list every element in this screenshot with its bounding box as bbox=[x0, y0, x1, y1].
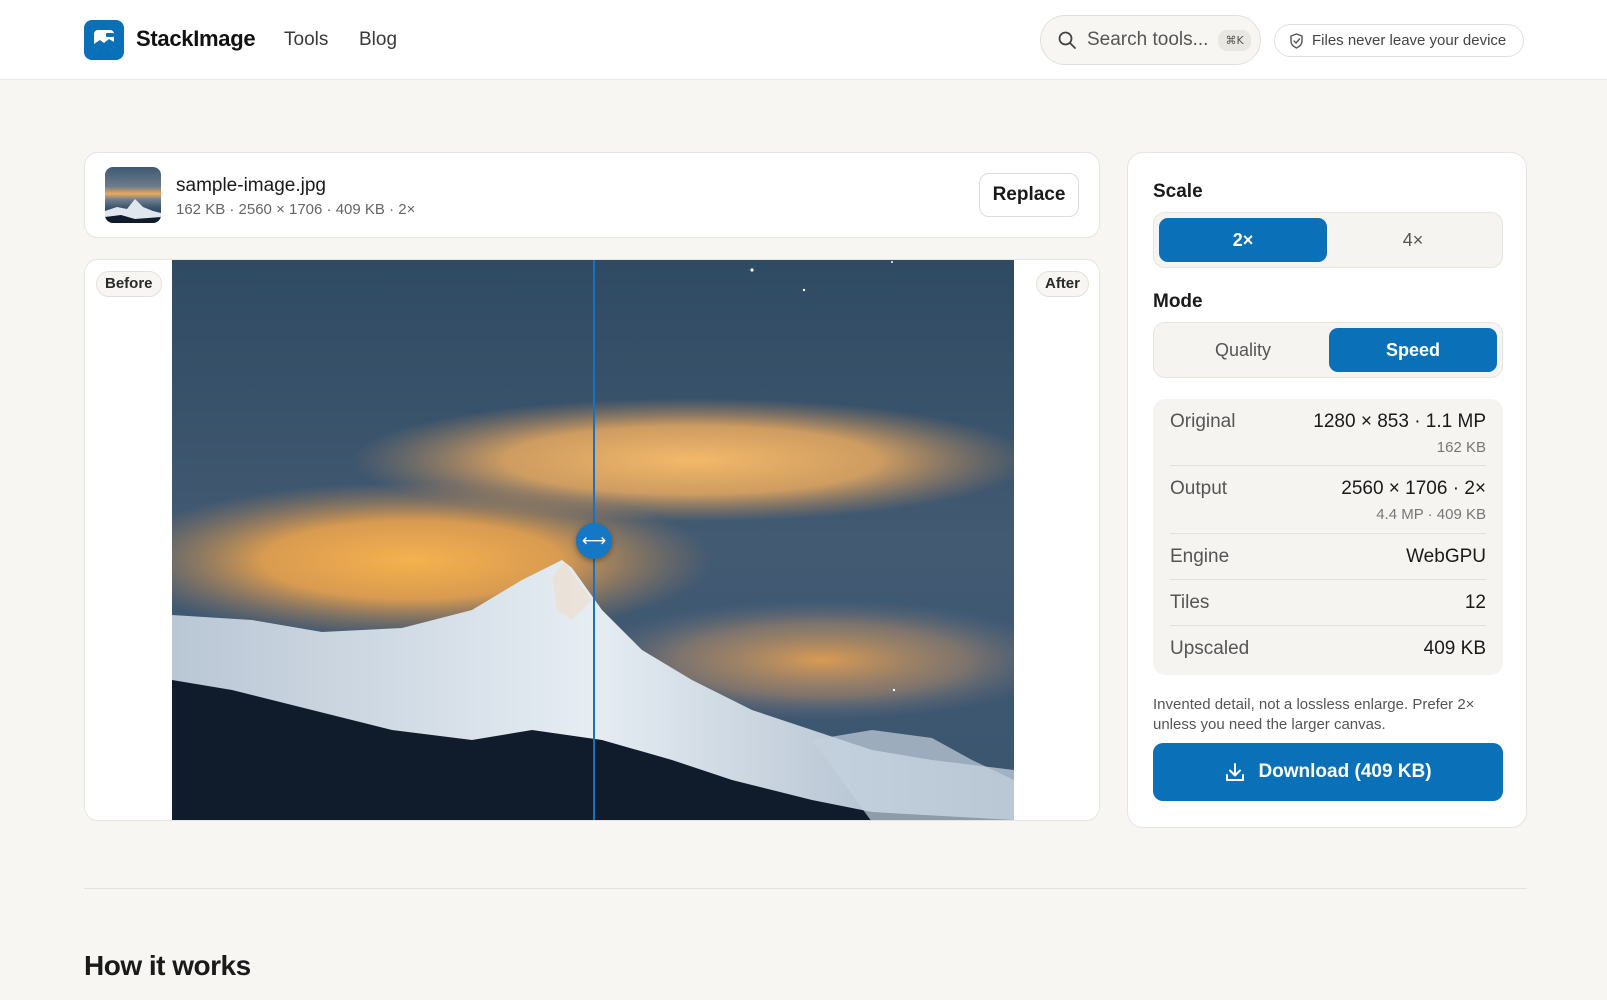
stat-label: Output bbox=[1170, 478, 1228, 499]
privacy-badge: Files never leave your device bbox=[1274, 24, 1524, 57]
how-it-works-heading: How it works bbox=[84, 950, 251, 981]
scale-2x-button[interactable]: 2× bbox=[1159, 218, 1327, 262]
search-shortcut-badge: ⌘K bbox=[1218, 29, 1251, 51]
stat-label: Engine bbox=[1170, 546, 1230, 567]
stat-row-engine: Engine WebGPU bbox=[1170, 534, 1486, 580]
stackimage-logo-icon[interactable] bbox=[84, 20, 124, 60]
mode-speed-button[interactable]: Speed bbox=[1329, 328, 1497, 372]
stat-row-original: Original 1280 × 853 · 1.1 MP 162 KB bbox=[1170, 399, 1486, 466]
stat-label: Original bbox=[1170, 411, 1236, 432]
mode-quality-button[interactable]: Quality bbox=[1159, 328, 1327, 372]
stat-value: 12 bbox=[1464, 592, 1486, 613]
drag-handle-icon[interactable]: ⟷ bbox=[576, 523, 612, 559]
download-icon bbox=[1226, 763, 1245, 781]
download-label: Download (409 KB) bbox=[1258, 761, 1432, 782]
section-divider bbox=[84, 888, 1527, 889]
stat-label: Upscaled bbox=[1170, 638, 1250, 659]
stat-subvalue: 162 KB bbox=[1436, 439, 1486, 456]
scale-toggle: 2× 4× bbox=[1153, 212, 1503, 268]
file-card: sample-image.jpg 162 KB · 2560 × 1706 · … bbox=[84, 152, 1100, 238]
stat-row-tiles: Tiles 12 bbox=[1170, 580, 1486, 626]
stat-value: 2560 × 1706 · 2× bbox=[1341, 478, 1486, 499]
before-after-viewer[interactable]: Before After ⟷ bbox=[84, 259, 1100, 821]
settings-panel: Scale 2× 4× Mode Quality Speed Original … bbox=[1127, 152, 1527, 828]
upscale-note: Invented detail, not a lossless enlarge.… bbox=[1153, 696, 1475, 733]
stat-row-upscaled: Upscaled 409 KB bbox=[1170, 626, 1486, 672]
stat-label: Tiles bbox=[1170, 592, 1210, 613]
scale-4x-button[interactable]: 4× bbox=[1329, 218, 1497, 262]
shield-icon bbox=[1290, 32, 1303, 49]
mode-toggle: Quality Speed bbox=[1153, 322, 1503, 378]
nav-tools-link[interactable]: Tools bbox=[284, 29, 328, 51]
brand-name[interactable]: StackImage bbox=[136, 26, 256, 52]
download-button[interactable]: Download (409 KB) bbox=[1153, 743, 1503, 801]
before-label: Before bbox=[96, 271, 162, 297]
file-thumbnail bbox=[105, 167, 161, 223]
top-bar: StackImage Tools Blog Search tools... ⌘K… bbox=[0, 0, 1607, 80]
search-icon bbox=[1058, 31, 1076, 49]
stat-value: WebGPU bbox=[1406, 546, 1486, 567]
stat-row-output: Output 2560 × 1706 · 2× 4.4 MP · 409 KB bbox=[1170, 466, 1486, 534]
replace-button[interactable]: Replace bbox=[979, 173, 1079, 217]
stat-value: 1280 × 853 · 1.1 MP bbox=[1313, 411, 1486, 432]
stat-subvalue: 4.4 MP · 409 KB bbox=[1376, 506, 1486, 523]
privacy-badge-text: Files never leave your device bbox=[1312, 32, 1507, 49]
stats-table: Original 1280 × 853 · 1.1 MP 162 KB Outp… bbox=[1153, 399, 1503, 675]
nav-blog-link[interactable]: Blog bbox=[359, 29, 397, 51]
stat-value: 409 KB bbox=[1423, 638, 1486, 659]
file-name: sample-image.jpg bbox=[176, 175, 326, 196]
file-meta: 162 KB · 2560 × 1706 · 409 KB · 2× bbox=[176, 201, 416, 218]
scale-heading: Scale bbox=[1153, 181, 1203, 202]
search-placeholder: Search tools... bbox=[1087, 29, 1209, 50]
after-label: After bbox=[1035, 271, 1089, 297]
mode-heading: Mode bbox=[1153, 291, 1203, 312]
search-input[interactable]: Search tools... ⌘K bbox=[1040, 15, 1261, 65]
